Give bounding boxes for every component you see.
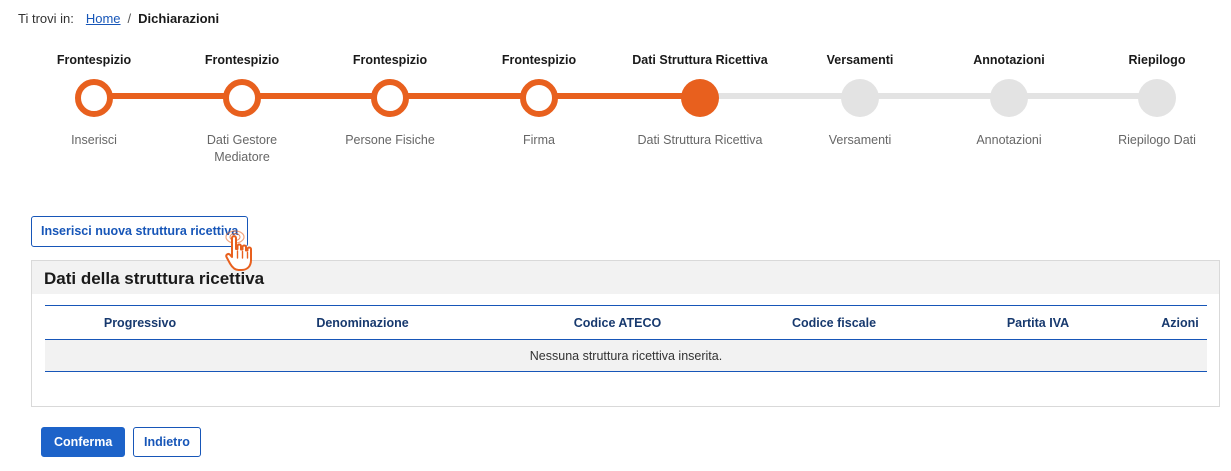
- column-header: Progressivo: [103, 315, 177, 330]
- column-header: Denominazione: [316, 315, 409, 330]
- empty-table-message: Nessuna struttura ricettiva inserita.: [45, 340, 1207, 372]
- panel-title: Dati della struttura ricettiva: [32, 261, 1219, 294]
- step-title: Frontespizio: [204, 53, 280, 67]
- step-title: Riepilogo: [1128, 53, 1186, 67]
- breadcrumb: Ti trovi in: Home / Dichiarazioni: [18, 11, 219, 26]
- step-subtitle: Persone Fisiche: [345, 133, 435, 147]
- column-header: Partita IVA: [1006, 315, 1070, 330]
- back-button[interactable]: Indietro: [133, 427, 201, 457]
- add-structure-button[interactable]: Inserisci nuova struttura ricettiva: [31, 216, 249, 247]
- step-circle-done: [75, 79, 113, 117]
- step-circle-todo: [990, 79, 1028, 117]
- stepper-step: Versamenti Versamenti: [786, 52, 934, 149]
- step-subtitle: Firma: [523, 133, 555, 147]
- stepper-step: Dati Struttura Ricettiva Dati Struttura R…: [626, 52, 774, 149]
- stepper-step: Annotazioni Annotazioni: [935, 52, 1083, 149]
- table-header-row: Progressivo Denominazione Codice ATECO Codi…: [45, 306, 1207, 340]
- column-header: Codice fiscale: [791, 315, 877, 330]
- structure-panel: Dati della struttura ricettiva Progressi…: [31, 260, 1220, 407]
- step-title: Frontespizio: [56, 53, 132, 67]
- step-circle-todo: [841, 79, 879, 117]
- breadcrumb-home-link[interactable]: Home: [86, 11, 121, 26]
- stepper-step: Frontespizio Firma: [465, 52, 613, 149]
- hand-pointer-icon: [225, 230, 252, 271]
- step-subtitle: Riepilogo Dati: [1118, 133, 1196, 147]
- step-subtitle: Dati Gestore Mediatore: [206, 133, 278, 164]
- step-title: Dati Struttura Ricettiva: [632, 53, 768, 67]
- step-circle-todo: [1138, 79, 1176, 117]
- step-title: Annotazioni: [973, 53, 1045, 67]
- column-header: Codice ATECO: [573, 315, 662, 330]
- confirm-button[interactable]: Conferma: [41, 427, 126, 457]
- step-title: Versamenti: [826, 53, 894, 67]
- breadcrumb-current: Dichiarazioni: [138, 11, 220, 26]
- structures-table: Progressivo Denominazione Codice ATECO Codi…: [45, 305, 1207, 372]
- step-circle-done: [371, 79, 409, 117]
- step-subtitle: Versamenti: [828, 133, 892, 147]
- step-circle-done: [223, 79, 261, 117]
- stepper-step: Frontespizio Inserisci: [20, 52, 168, 149]
- step-subtitle: Inserisci: [71, 133, 117, 147]
- breadcrumb-prefix: Ti trovi in:: [18, 11, 74, 26]
- step-subtitle: Dati Struttura Ricettiva: [637, 133, 763, 147]
- stepper-step: Riepilogo Riepilogo Dati: [1083, 52, 1231, 149]
- breadcrumb-separator: /: [127, 11, 132, 26]
- step-title: Frontespizio: [501, 53, 577, 67]
- stepper-step: Frontespizio Persone Fisiche: [316, 52, 464, 149]
- step-circle-done: [520, 79, 558, 117]
- progress-stepper: Frontespizio Inserisci Frontespizio Dati Ge…: [20, 52, 1220, 164]
- step-subtitle: Annotazioni: [976, 133, 1042, 147]
- stepper-step: Frontespizio Dati Gestore Mediatore: [168, 52, 316, 166]
- step-title: Frontespizio: [352, 53, 428, 67]
- column-header: Azioni: [1161, 315, 1199, 330]
- step-circle-active: [681, 79, 719, 117]
